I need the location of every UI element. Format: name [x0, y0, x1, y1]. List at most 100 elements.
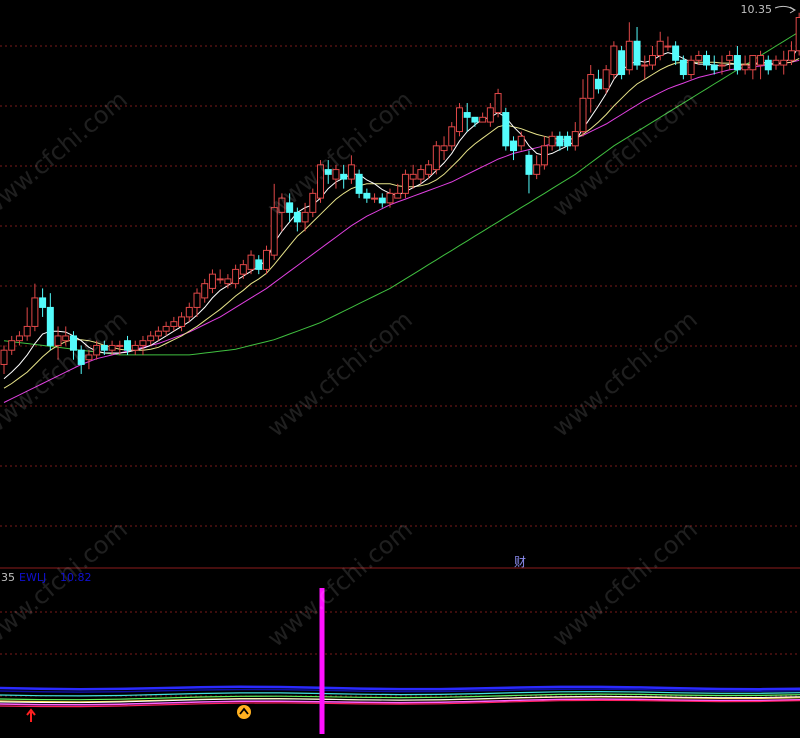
candle-body — [772, 59, 780, 66]
candle-body — [139, 340, 147, 346]
candle-body — [54, 335, 62, 346]
candle-body — [409, 173, 417, 180]
candle-body — [371, 197, 379, 200]
candle — [564, 131, 572, 151]
candle — [401, 169, 409, 199]
candle — [147, 331, 155, 346]
candle — [270, 183, 278, 260]
finance-marker[interactable]: 财 — [514, 553, 526, 570]
candle — [440, 136, 448, 161]
candle-body — [317, 164, 325, 199]
candle — [378, 193, 386, 208]
candle-body — [703, 55, 711, 66]
candle-body — [69, 335, 77, 351]
candle — [610, 41, 618, 80]
candle-body — [618, 50, 626, 76]
candle-body — [787, 50, 795, 61]
candle — [8, 335, 16, 355]
indicator-grid — [0, 611, 800, 697]
candle — [178, 312, 186, 332]
candle — [533, 155, 541, 180]
candle-body — [648, 55, 656, 66]
candle — [726, 50, 734, 70]
candle — [594, 69, 602, 94]
arrow-right-icon — [774, 5, 796, 14]
signal-markers — [26, 5, 796, 722]
candle-body — [46, 306, 54, 346]
candle — [324, 160, 332, 184]
candle-body — [39, 297, 47, 308]
candle — [625, 22, 633, 75]
candle — [455, 103, 463, 137]
candle-body — [332, 169, 340, 180]
candle-body — [486, 107, 494, 123]
candle — [409, 164, 417, 189]
candle-body — [556, 135, 564, 147]
candle — [262, 245, 270, 275]
arrow-up-icon — [26, 708, 36, 722]
candle — [664, 36, 672, 51]
candle — [170, 316, 178, 332]
candle-body — [239, 264, 247, 275]
candle — [517, 131, 525, 151]
candle-body — [100, 344, 108, 351]
candle — [540, 136, 548, 170]
candle-body — [131, 344, 139, 351]
candle-body — [324, 169, 332, 175]
candle — [741, 55, 749, 75]
candle-body — [270, 207, 278, 256]
candle — [757, 50, 765, 80]
candle — [77, 345, 85, 374]
candle — [448, 122, 456, 151]
candle — [131, 340, 139, 355]
candle-body — [301, 211, 309, 223]
candle — [463, 103, 471, 132]
candle-body — [185, 306, 193, 318]
candle — [162, 321, 170, 336]
caret-up-circle-icon — [237, 705, 251, 719]
ma10-line — [3, 57, 800, 389]
candle — [502, 107, 510, 151]
candle-body — [718, 64, 726, 67]
candle — [471, 116, 479, 127]
candle-body — [564, 135, 572, 147]
candle-body — [286, 202, 294, 213]
candle — [278, 193, 286, 232]
candle-body — [0, 349, 8, 365]
candle — [571, 122, 579, 151]
candle-body — [733, 55, 741, 71]
candle-body — [587, 74, 595, 99]
candle-body — [479, 116, 487, 123]
candle — [154, 326, 162, 341]
candle — [672, 41, 680, 66]
candle-body — [394, 192, 402, 199]
candle — [355, 169, 363, 199]
candle-body — [378, 197, 386, 204]
indicator-line — [0, 685, 800, 691]
candle — [185, 302, 193, 322]
indicator-number: 35 — [1, 571, 15, 584]
candle-body — [432, 145, 440, 171]
indicator-name: EWLJ — [19, 571, 47, 584]
candle — [633, 27, 641, 70]
candle — [548, 131, 556, 151]
candle-body — [62, 335, 70, 342]
candle-body — [386, 192, 394, 204]
candle — [371, 193, 379, 203]
candle — [347, 155, 355, 184]
candle — [239, 259, 247, 279]
candle-body — [594, 78, 602, 90]
candle — [363, 188, 371, 203]
candle — [39, 288, 47, 317]
candle — [247, 250, 255, 275]
candlestick-series — [0, 12, 800, 374]
candle-body — [795, 17, 800, 52]
candle-body — [154, 330, 162, 337]
candle — [0, 345, 8, 374]
candle-body — [162, 325, 170, 332]
candle-body — [425, 164, 433, 175]
candle-body — [262, 249, 270, 270]
candle-body — [672, 45, 680, 61]
candle-body — [278, 197, 286, 213]
candle — [23, 307, 31, 341]
